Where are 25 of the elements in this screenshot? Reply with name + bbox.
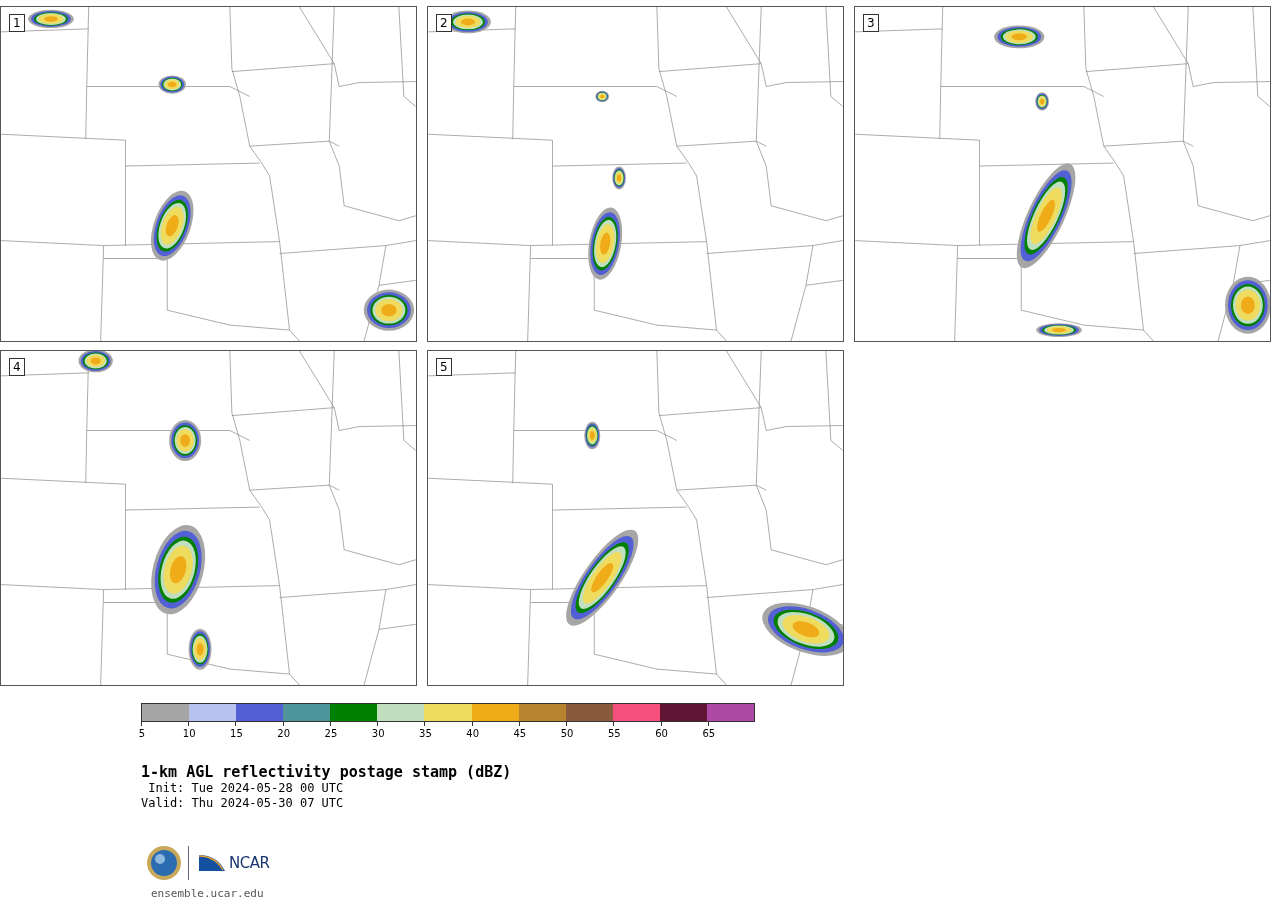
panel-number: 1	[9, 14, 25, 32]
init-time: Init: Tue 2024-05-28 00 UTC	[147, 781, 345, 796]
tick-label: 40	[465, 728, 480, 739]
panel-number: 3	[863, 14, 879, 32]
tick-label: 55	[606, 728, 622, 739]
tick-label: 20	[276, 728, 292, 739]
tick-label: 15	[229, 728, 244, 739]
tick-label: 45	[512, 728, 528, 739]
valid-time: Valid: Thu 2024-05-30 07 UTC	[141, 796, 345, 811]
chart-title: 1-km AGL reflectivity postage stamp (dBZ)	[141, 763, 513, 781]
panel-number: 2	[436, 14, 452, 32]
tick-label: 5	[137, 728, 147, 739]
swoosh-logo-icon	[199, 853, 227, 873]
panel-number: 5	[436, 358, 452, 376]
website-url: ensemble.ucar.edu	[151, 887, 265, 900]
globe-seal-icon	[146, 845, 182, 881]
tick-label: 50	[559, 728, 575, 739]
tick-label: 10	[181, 728, 197, 739]
tick-label: 30	[370, 728, 386, 739]
panel-number: 4	[9, 358, 25, 376]
tick-label: 60	[654, 728, 669, 739]
logo-text: NCAR	[229, 854, 270, 872]
tick-label: 65	[701, 728, 717, 739]
tick-label: 35	[418, 728, 433, 739]
tick-label: 25	[323, 728, 339, 739]
